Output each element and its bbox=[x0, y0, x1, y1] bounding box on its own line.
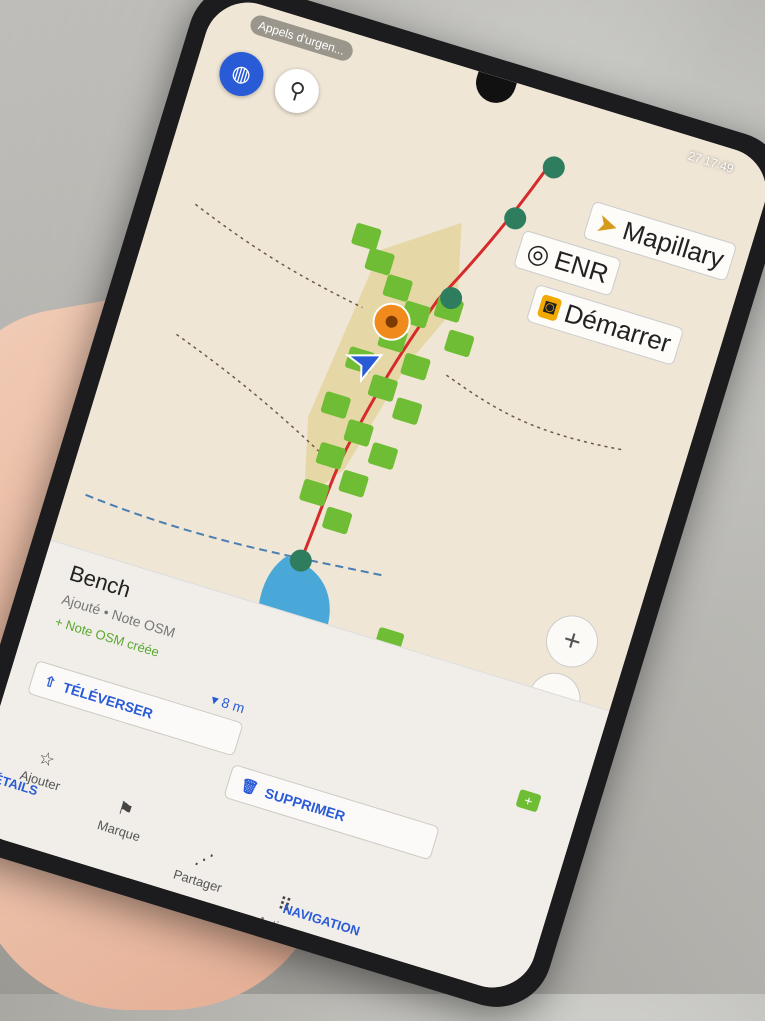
upload-button[interactable]: ⇧ TÉLÉVERSER bbox=[27, 659, 244, 757]
mapillary-icon: ➤ bbox=[592, 207, 623, 243]
search-icon: ⚲ bbox=[285, 76, 309, 105]
upload-icon: ⇧ bbox=[42, 672, 59, 692]
delete-label: SUPPRIMER bbox=[263, 784, 348, 824]
trash-icon: 🗑 bbox=[238, 776, 261, 797]
delete-button[interactable]: 🗑 SUPPRIMER bbox=[223, 763, 440, 861]
tab-marker[interactable]: ⚑ Marque bbox=[78, 788, 166, 850]
record-icon: ◎ bbox=[523, 236, 554, 272]
osm-note-badge-icon: + bbox=[515, 788, 542, 813]
globe-icon: ◍ bbox=[228, 58, 255, 89]
upload-label: TÉLÉVERSER bbox=[61, 678, 156, 722]
camera-icon: ◙ bbox=[536, 293, 563, 322]
tab-share[interactable]: ⋰ Partager bbox=[157, 838, 245, 900]
